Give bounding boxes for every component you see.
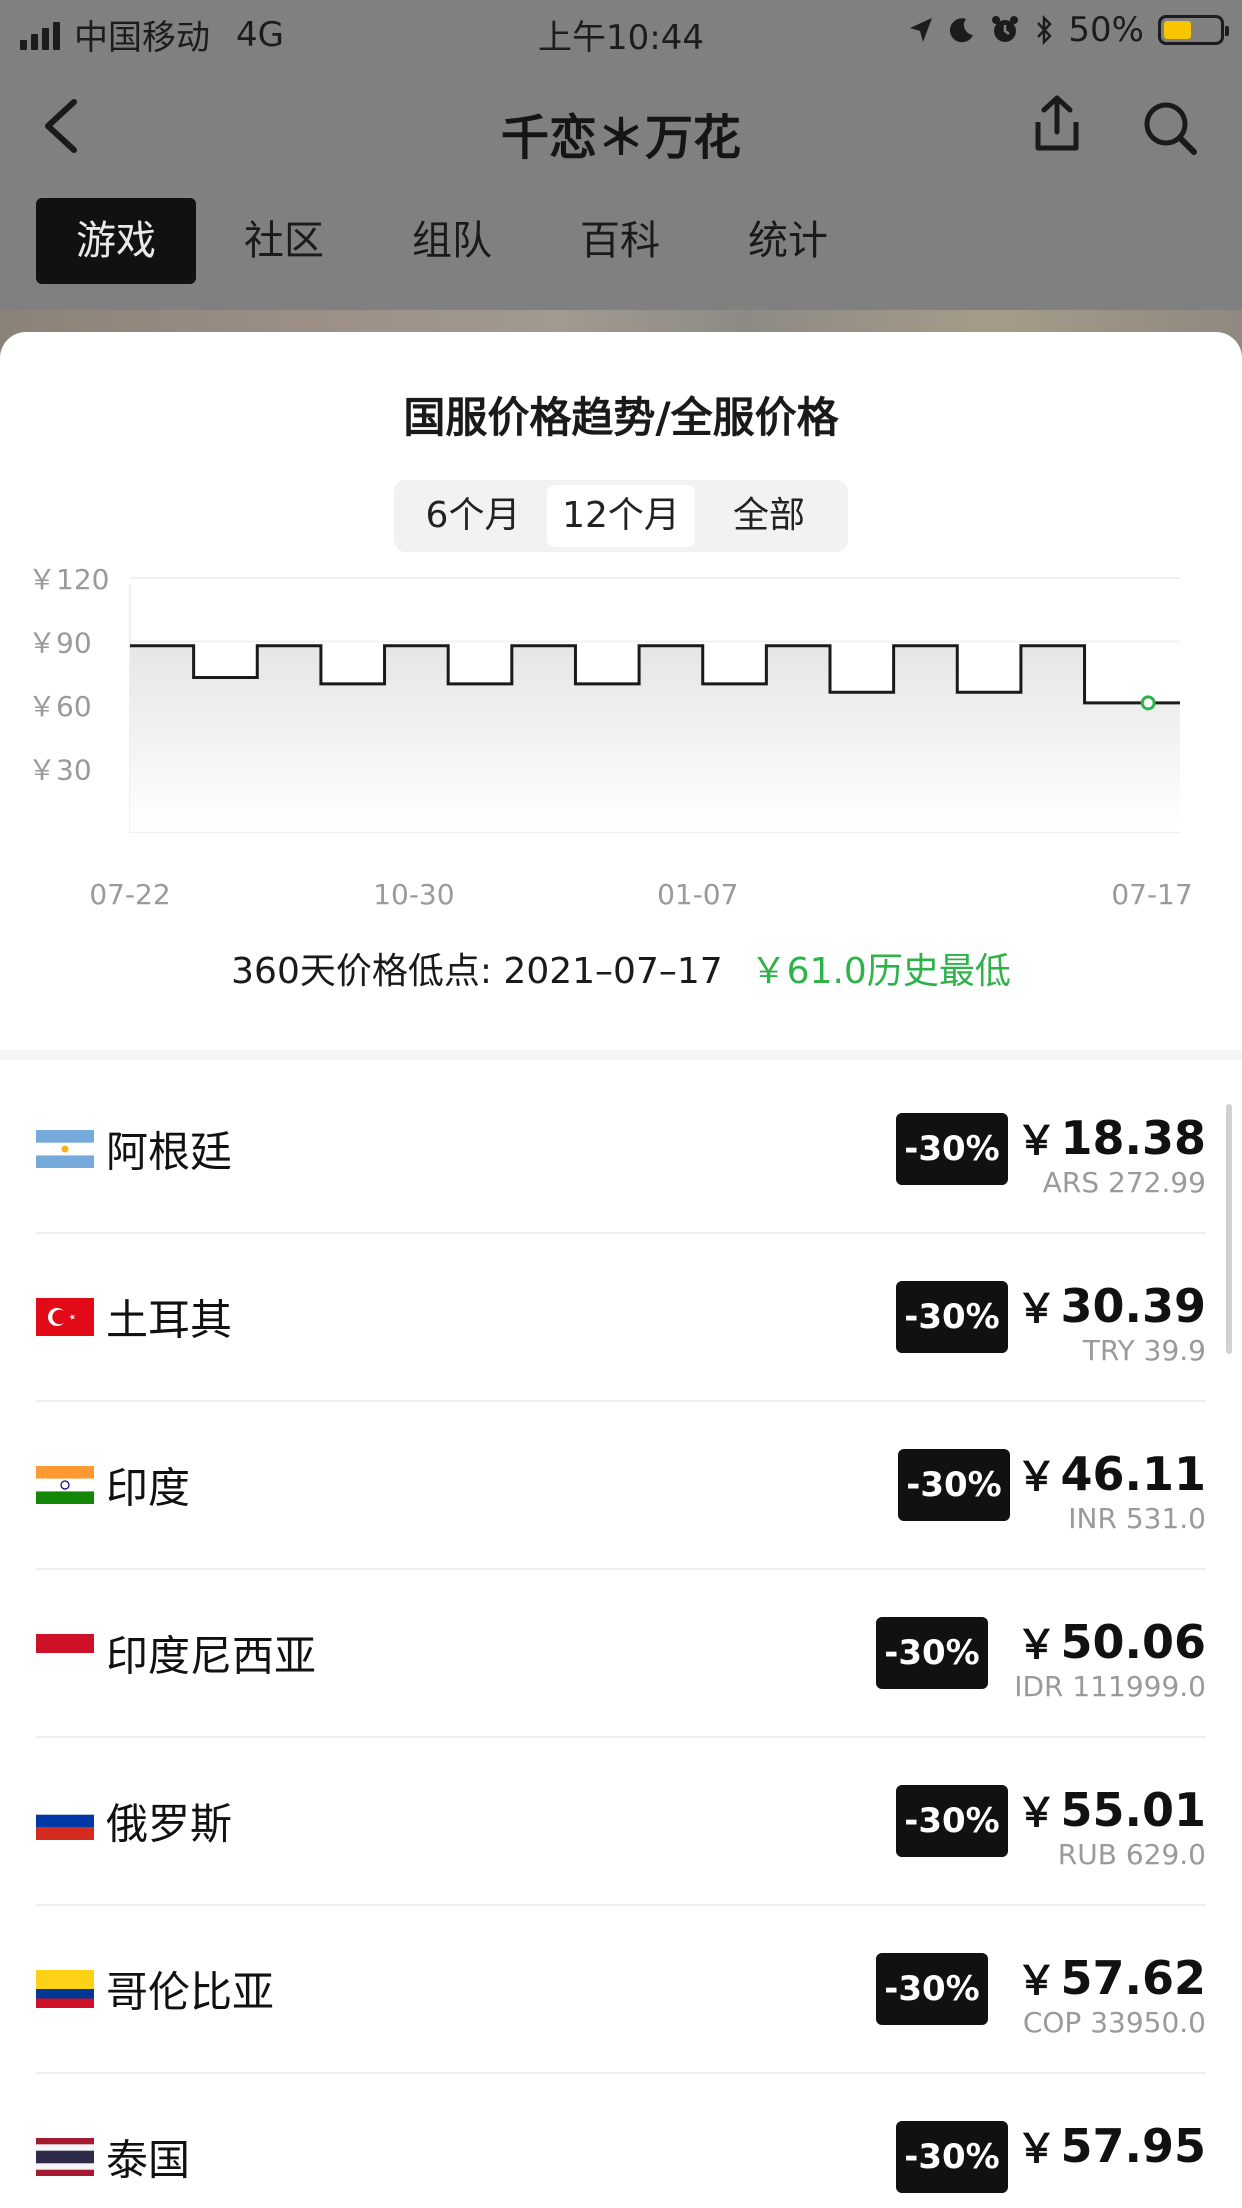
currency-symbol: ￥ [1016,1286,1057,1332]
chart-x-tick-label: 07-17 [1111,878,1192,911]
price-value: 57.95 [1060,2119,1206,2173]
bluetooth-icon [1037,15,1053,45]
price-local: INR 531.0 [1068,1502,1206,1535]
price-local: COP 33950.0 [1022,2006,1206,2039]
low-price-value: ￥61.0历史最低 [750,951,1011,992]
chart-x-tick-label: 01-07 [657,878,738,911]
country-name: 印度尼西亚 [106,1631,317,1681]
range-6-months[interactable]: 6个月 [399,485,547,547]
price-cny: ￥46.11 [1016,1444,1206,1502]
location-icon [910,18,933,42]
chart-y-tick-label: ￥90 [28,627,92,660]
price-value: 55.01 [1060,1783,1206,1837]
price-value: 57.62 [1060,1951,1206,2005]
colombia-flag-icon [36,1970,94,2008]
alarm-icon [992,16,1019,42]
discount-badge: -30% [896,2121,1008,2193]
low-price-summary: 360天价格低点: 2021–07–17 ￥61.0历史最低 [0,942,1242,994]
discount-badge: -30% [896,1785,1008,1857]
range-selector: 6个月 12个月 全部 [394,480,848,552]
list-item[interactable]: 俄罗斯 -30% ￥55.01 RUB 629.0 [36,1738,1206,1906]
chart-y-tick-label: ￥120 [28,563,109,596]
turkey-flag-icon [36,1298,94,1336]
country-name: 泰国 [106,2135,191,2185]
battery-percent: 50% [1068,10,1144,50]
list-item[interactable]: 土耳其 -30% ￥30.39 TRY 39.9 [36,1234,1206,1402]
currency-symbol: ￥ [1016,2126,1057,2172]
price-value: 46.11 [1060,1447,1206,1501]
status-bar: 中国移动 4G 上午10:44 50% [0,0,1242,62]
currency-symbol: ￥ [1016,1790,1057,1836]
list-item[interactable]: 泰国 -30% ￥57.95 [36,2074,1206,2208]
price-local: IDR 111999.0 [1014,1670,1206,1703]
tab-stats[interactable]: 统计 [708,198,868,284]
price-cny: ￥18.38 [1016,1108,1206,1166]
indonesia-flag-icon [36,1634,94,1672]
russia-flag-icon [36,1802,94,1840]
chart-x-tick-label: 07-22 [89,878,170,911]
list-item[interactable]: 哥伦比亚 -30% ￥57.62 COP 33950.0 [36,1906,1206,2074]
chart-title: 国服价格趋势/全服价格 [403,393,839,442]
list-item[interactable]: 印度 -30% ￥46.11 INR 531.0 [36,1402,1206,1570]
tab-community[interactable]: 社区 [204,198,364,284]
currency-symbol: ￥ [1016,1958,1057,2004]
country-name: 土耳其 [106,1295,233,1345]
section-tabs: 游戏 社区 组队 百科 统计 [36,198,876,284]
price-cny: ￥57.62 [1016,1948,1206,2006]
price-cny: ￥50.06 [1016,1612,1206,1670]
discount-badge: -30% [876,1617,988,1689]
battery-level [1164,21,1191,39]
list-item[interactable]: 印度尼西亚 -30% ￥50.06 IDR 111999.0 [36,1570,1206,1738]
price-value: 50.06 [1060,1615,1206,1669]
price-cny: ￥57.95 [1016,2116,1206,2174]
nav-bar: 千恋＊万花 [0,62,1242,192]
chart-y-tick-label: ￥30 [28,754,92,787]
tab-game[interactable]: 游戏 [36,198,196,284]
chart-low-point [1140,695,1156,711]
list-scrollbar[interactable] [1226,1104,1232,1354]
price-value: 30.39 [1060,1279,1206,1333]
section-divider [0,1050,1242,1060]
tab-team[interactable]: 组队 [372,198,532,284]
discount-badge: -30% [896,1281,1008,1353]
price-value: 18.38 [1060,1111,1206,1165]
thailand-flag-icon [36,2138,94,2176]
currency-symbol: ￥ [1016,1118,1057,1164]
range-12-months[interactable]: 12个月 [547,485,695,547]
country-name: 阿根廷 [106,1127,233,1177]
country-name: 俄罗斯 [106,1799,233,1849]
list-item[interactable]: 阿根廷 -30% ￥18.38 ARS 272.99 [36,1066,1206,1234]
share-icon[interactable] [1030,94,1084,154]
price-local: TRY 39.9 [1082,1334,1206,1367]
tab-wiki[interactable]: 百科 [540,198,700,284]
india-flag-icon [36,1466,94,1504]
region-price-list: 阿根廷 -30% ￥18.38 ARS 272.99 土耳其 -30% ￥30.… [0,1066,1242,2208]
search-icon[interactable] [1142,100,1198,156]
currency-symbol: ￥ [1016,1622,1057,1668]
price-trend-chart: ￥120 ￥90 ￥60 ￥30 07-22 10-30 01-07 07-17 [28,563,1193,911]
range-all[interactable]: 全部 [695,485,843,547]
status-right: 50% [908,10,1229,50]
chart-area-fill [130,645,1180,832]
price-local: ARS 272.99 [1042,1166,1206,1199]
currency-symbol: ￥ [1016,1454,1057,1500]
argentina-flag-icon [36,1130,94,1168]
price-local: RUB 629.0 [1057,1838,1206,1871]
discount-badge: -30% [898,1449,1010,1521]
discount-badge: -30% [896,1113,1008,1185]
moon-icon [950,18,974,43]
battery-icon [1158,15,1229,45]
price-cny: ￥55.01 [1016,1780,1206,1838]
low-price-date: 360天价格低点: 2021–07–17 [231,951,723,992]
price-cny: ￥30.39 [1016,1276,1206,1334]
country-name: 哥伦比亚 [106,1967,275,2017]
discount-badge: -30% [876,1953,988,2025]
chart-x-tick-label: 10-30 [373,878,454,911]
chart-y-tick-label: ￥60 [28,690,92,723]
country-name: 印度 [106,1463,191,1513]
